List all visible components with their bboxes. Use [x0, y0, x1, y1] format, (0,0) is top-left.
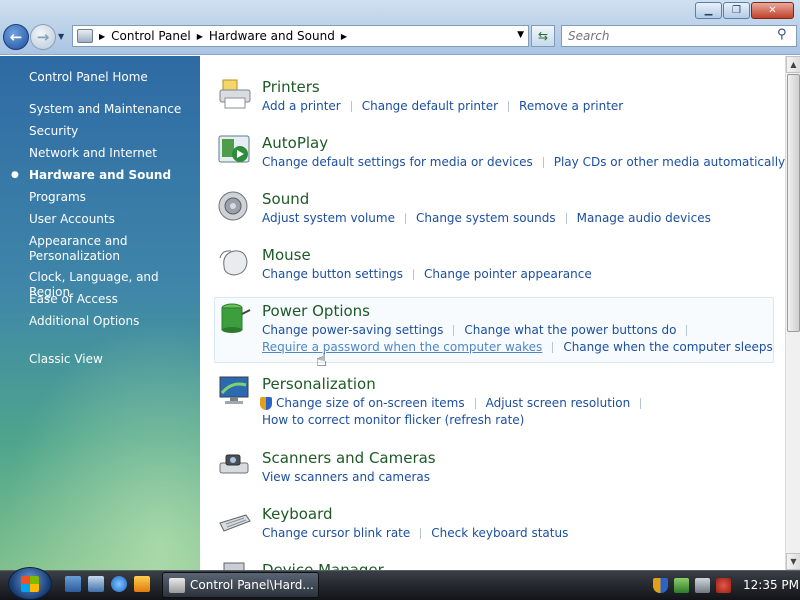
display-icon[interactable] — [695, 577, 710, 593]
category-title[interactable]: Keyboard — [262, 505, 333, 523]
link-monitor-flicker[interactable]: How to correct monitor flicker (refresh … — [262, 413, 524, 427]
hand-cursor-icon: ☝ — [316, 350, 327, 371]
address-dropdown-icon[interactable]: ▼ — [517, 30, 524, 40]
link-view-scanners-cameras[interactable]: View scanners and cameras — [262, 470, 430, 484]
sidebar-item-system-and-maintenance[interactable]: System and Maintenance — [29, 102, 181, 117]
scroll-down-icon[interactable]: ▼ — [786, 553, 800, 570]
switch-windows-icon[interactable] — [88, 576, 104, 592]
link-cursor-blink-rate[interactable]: Change cursor blink rate — [262, 526, 410, 540]
forward-arrow-icon: → — [36, 28, 50, 46]
device-manager-icon — [223, 562, 245, 570]
minimize-button[interactable]: ▁ — [695, 2, 722, 19]
sidebar-item-classic-view[interactable]: Classic View — [29, 352, 103, 367]
vertical-scrollbar[interactable]: ▲ ▼ — [785, 56, 800, 570]
link-change-sleep-time[interactable]: Change when the computer sleeps — [563, 340, 772, 354]
category-title[interactable]: Scanners and Cameras — [262, 449, 436, 467]
monitor-icon — [219, 376, 249, 404]
speaker-icon — [218, 191, 248, 221]
scroll-up-icon[interactable]: ▲ — [786, 56, 800, 73]
link-change-default-autoplay[interactable]: Change default settings for media or dev… — [262, 155, 533, 169]
volume-muted-icon[interactable] — [716, 577, 731, 593]
scrollbar-thumb[interactable] — [787, 74, 800, 332]
sidebar-item-network-and-internet[interactable]: Network and Internet — [29, 146, 157, 161]
link-change-system-sounds[interactable]: Change system sounds — [416, 211, 556, 225]
refresh-icon: ⇆ — [537, 29, 549, 43]
link-play-cds[interactable]: Play CDs or other media automatically — [554, 155, 785, 169]
breadcrumb-control-panel[interactable]: Control Panel — [111, 29, 191, 43]
link-manage-audio-devices[interactable]: Manage audio devices — [577, 211, 711, 225]
sidebar-item-control-panel-home[interactable]: Control Panel Home — [29, 70, 148, 85]
clock[interactable]: 12:35 PM — [743, 578, 799, 592]
start-button[interactable] — [8, 567, 52, 600]
link-change-button-settings[interactable]: Change button settings — [262, 267, 403, 281]
battery-icon — [221, 303, 251, 333]
scanner-camera-icon — [219, 454, 249, 474]
media-player-icon[interactable] — [134, 576, 150, 592]
main-content: Printers Add a printer Change default pr… — [200, 56, 785, 570]
printer-icon — [169, 577, 185, 593]
category-title[interactable]: Personalization — [262, 375, 376, 393]
mouse-icon — [219, 250, 248, 276]
security-shield-icon[interactable] — [653, 577, 668, 593]
breadcrumb-separator-icon[interactable]: ▶ — [197, 32, 203, 41]
autoplay-icon — [218, 135, 250, 163]
internet-explorer-icon[interactable] — [111, 576, 127, 592]
selected-bullet-icon: ● — [11, 170, 19, 180]
category-title[interactable]: Power Options — [262, 302, 370, 320]
taskbar-button-label: Control Panel\Hard... — [190, 578, 314, 592]
sidebar-item-programs[interactable]: Programs — [29, 190, 86, 205]
breadcrumb-hardware-and-sound[interactable]: Hardware and Sound — [209, 29, 335, 43]
link-change-power-saving[interactable]: Change power-saving settings — [262, 323, 443, 337]
uac-shield-icon — [260, 396, 272, 410]
sidebar-item-additional-options[interactable]: Additional Options — [29, 314, 139, 329]
link-adjust-volume[interactable]: Adjust system volume — [262, 211, 395, 225]
recent-pages-dropdown-icon[interactable]: ▼ — [58, 32, 64, 41]
window-controls: ▁ ❐ ✕ — [695, 2, 794, 19]
link-remove-printer[interactable]: Remove a printer — [519, 99, 623, 113]
sidebar-item-appearance-and-personalization[interactable]: Appearance and Personalization — [29, 234, 169, 264]
window-titlebar: ▁ ❐ ✕ ← → ▼ ▶ Control Panel ▶ Hardware a… — [0, 0, 800, 55]
category-title[interactable]: Printers — [262, 78, 320, 96]
breadcrumb-separator-icon[interactable]: ▶ — [341, 32, 347, 41]
category-title[interactable]: Device Manager — [262, 561, 384, 570]
back-arrow-icon: ← — [9, 28, 23, 46]
printer-icon — [219, 79, 251, 109]
system-tray: 12:35 PM — [645, 572, 800, 598]
network-icon[interactable] — [674, 577, 689, 593]
control-panel-icon — [77, 29, 93, 43]
link-change-size-of-items[interactable]: Change size of on-screen items — [276, 396, 465, 410]
windows-logo-icon — [21, 575, 39, 592]
link-change-pointer-appearance[interactable]: Change pointer appearance — [424, 267, 592, 281]
sidebar-item-ease-of-access[interactable]: Ease of Access — [29, 292, 118, 307]
sidebar-item-security[interactable]: Security — [29, 124, 78, 139]
taskbar-button-control-panel[interactable]: Control Panel\Hard... — [162, 572, 319, 598]
keyboard-icon — [219, 514, 251, 532]
search-input[interactable] — [561, 25, 797, 47]
forward-button[interactable]: → — [30, 24, 56, 50]
search-icon[interactable]: ⚲ — [777, 27, 787, 42]
back-button[interactable]: ← — [3, 24, 29, 50]
refresh-button[interactable]: ⇆ — [531, 25, 555, 47]
sidebar-item-user-accounts[interactable]: User Accounts — [29, 212, 115, 227]
category-title[interactable]: AutoPlay — [262, 134, 328, 152]
category-title[interactable]: Sound — [262, 190, 309, 208]
link-require-password-on-wake[interactable]: Require a password when the computer wak… — [262, 340, 542, 354]
address-bar[interactable]: ▶ Control Panel ▶ Hardware and Sound ▶ ▼ — [72, 25, 529, 47]
sidebar: Control Panel Home System and Maintenanc… — [0, 56, 200, 570]
link-add-printer[interactable]: Add a printer — [262, 99, 341, 113]
link-change-power-buttons[interactable]: Change what the power buttons do — [464, 323, 676, 337]
link-change-default-printer[interactable]: Change default printer — [362, 99, 498, 113]
show-desktop-icon[interactable] — [65, 576, 81, 592]
link-keyboard-status[interactable]: Check keyboard status — [431, 526, 568, 540]
category-title[interactable]: Mouse — [262, 246, 311, 264]
breadcrumb-separator-icon[interactable]: ▶ — [99, 32, 105, 41]
maximize-button[interactable]: ❐ — [723, 2, 750, 19]
link-adjust-resolution[interactable]: Adjust screen resolution — [486, 396, 631, 410]
close-button[interactable]: ✕ — [751, 2, 794, 19]
sidebar-item-hardware-and-sound[interactable]: Hardware and Sound — [29, 168, 171, 183]
